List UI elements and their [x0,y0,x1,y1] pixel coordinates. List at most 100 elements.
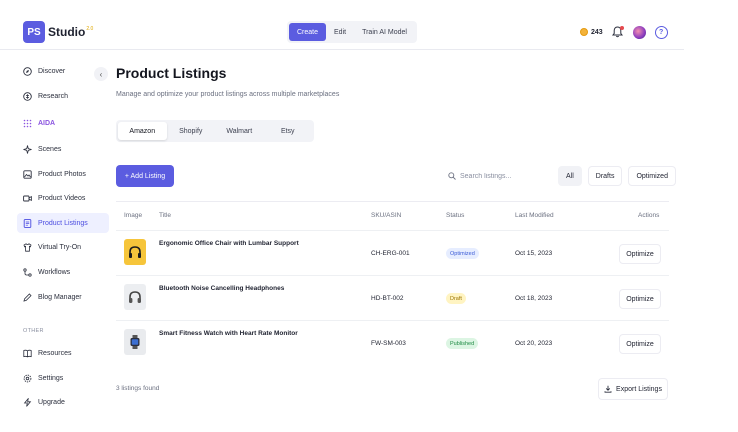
status-badge: Draft [446,293,466,304]
logo-version: 2.0 [86,26,94,32]
optimize-button[interactable]: Optimize [619,244,661,264]
add-listing-label: + Add Listing [124,172,166,180]
status-badge: Published [446,338,479,349]
header-actions: 243 ? [580,22,668,42]
page-title: Product Listings [116,65,227,81]
sidebar-item-settings[interactable]: Settings [17,368,109,388]
collapse-sidebar-button[interactable]: ‹ [94,67,108,81]
compass-icon [23,66,32,76]
gear-icon [23,374,32,383]
sidebar-item-product-photos[interactable]: Product Photos [17,164,109,184]
download-icon [604,385,612,393]
column-header-title: Title [159,212,172,219]
product-title[interactable]: Ergonomic Office Chair with Lumbar Suppo… [159,240,299,247]
notifications-button[interactable] [611,26,624,38]
sidebar-item-label: Scenes [38,145,62,153]
smartwatch-icon [130,335,140,349]
product-thumbnail [124,239,146,265]
sidebar-item-product-listings[interactable]: Product Listings [17,213,109,233]
sidebar-item-label: Resources [38,349,72,357]
table-row[interactable]: Ergonomic Office Chair with Lumbar Suppo… [116,230,669,275]
credits-counter[interactable]: 243 [580,28,603,36]
marketplace-tabs: Amazon Shopify Walmart Etsy [116,120,314,142]
page-subtitle: Manage and optimize your product listing… [116,91,340,98]
sparkle-icon [23,144,32,154]
filter-group: All Drafts Optimized [558,165,676,187]
logo[interactable]: PS Studio 2.0 [23,20,93,44]
search-box[interactable] [442,166,556,186]
column-header-sku: SKU/ASIN [371,212,402,219]
sidebar-item-workflows[interactable]: Workflows [17,262,109,282]
mode-edit[interactable]: Edit [326,23,354,41]
sidebar-item-resources[interactable]: Resources [17,343,109,363]
logo-name: Studio [48,25,86,39]
avatar[interactable] [632,25,646,39]
shirt-icon [23,242,32,252]
notification-dot [619,26,624,30]
tab-walmart[interactable]: Walmart [215,122,264,140]
document-icon [23,218,32,228]
tab-etsy[interactable]: Etsy [264,122,313,140]
status-badge: Optimized [446,248,479,259]
product-thumbnail [124,329,146,355]
sidebar-item-virtual-try-on[interactable]: Virtual Try-On [17,237,109,257]
product-thumbnail [124,284,146,310]
last-modified: Oct 20, 2023 [515,340,553,347]
mode-create[interactable]: Create [289,23,327,41]
optimize-button[interactable]: Optimize [619,334,661,354]
sidebar-section-other: OTHER [23,328,44,334]
filter-drafts[interactable]: Drafts [587,166,623,186]
last-modified: Oct 15, 2023 [515,250,553,257]
optimize-button[interactable]: Optimize [619,289,661,309]
credits-value: 243 [591,28,603,36]
sidebar-item-label: Blog Manager [38,293,82,301]
sidebar-item-label: Virtual Try-On [38,243,82,251]
filter-optimized[interactable]: Optimized [628,166,676,186]
search-input[interactable] [460,172,550,180]
top-bar: PS Studio 2.0 Create Edit Train AI Model… [0,0,684,50]
grid-dots-icon [23,119,32,128]
help-button[interactable]: ? [654,25,668,39]
sidebar-item-label: AIDA [38,119,56,127]
product-title[interactable]: Smart Fitness Watch with Heart Rate Moni… [159,330,298,337]
pen-icon [23,292,32,302]
table-row[interactable]: Bluetooth Noise Cancelling Headphones HD… [116,275,669,320]
mode-switcher: Create Edit Train AI Model [287,21,417,43]
sidebar-item-product-videos[interactable]: Product Videos [17,188,109,208]
sidebar-item-blog-manager[interactable]: Blog Manager [17,287,109,307]
headphones-icon [129,291,141,303]
logo-mark: PS [23,21,45,43]
export-listings-label: Export Listings [616,385,662,393]
sidebar-item-research[interactable]: Research [17,86,109,106]
sidebar-item-scenes[interactable]: Scenes [17,139,109,159]
sidebar-item-label: Product Photos [38,170,86,178]
table-row[interactable]: Smart Fitness Watch with Heart Rate Moni… [116,320,669,365]
sidebar-item-upgrade[interactable]: Upgrade [17,392,109,412]
export-listings-button[interactable]: Export Listings [598,378,668,400]
video-icon [23,194,32,203]
workflow-icon [23,267,32,277]
product-sku: FW-SM-003 [371,340,406,347]
column-header-last-modified: Last Modified [515,212,554,219]
last-modified: Oct 18, 2023 [515,295,553,302]
lightning-icon [23,397,32,407]
sidebar-item-aida[interactable]: AIDA [17,113,109,133]
product-sku: HD-BT-002 [371,295,404,302]
product-sku: CH-ERG-001 [371,250,410,257]
mode-train-ai-model[interactable]: Train AI Model [354,23,415,41]
sidebar-item-label: Product Listings [38,219,88,227]
image-icon [23,169,32,179]
sidebar-item-label: Discover [38,67,66,75]
tab-amazon[interactable]: Amazon [118,122,167,140]
add-listing-button[interactable]: + Add Listing [116,165,174,187]
listings-count: 3 listings found [116,385,160,392]
filter-all[interactable]: All [558,166,582,186]
listings-table: Image Title SKU/ASIN Status Last Modifie… [116,201,669,365]
tab-shopify[interactable]: Shopify [167,122,216,140]
product-title[interactable]: Bluetooth Noise Cancelling Headphones [159,285,284,292]
column-header-actions: Actions [638,212,660,219]
chevron-left-icon: ‹ [99,69,103,79]
sidebar-item-label: Workflows [38,268,71,276]
coin-icon [580,28,588,36]
column-header-status: Status [446,212,465,219]
